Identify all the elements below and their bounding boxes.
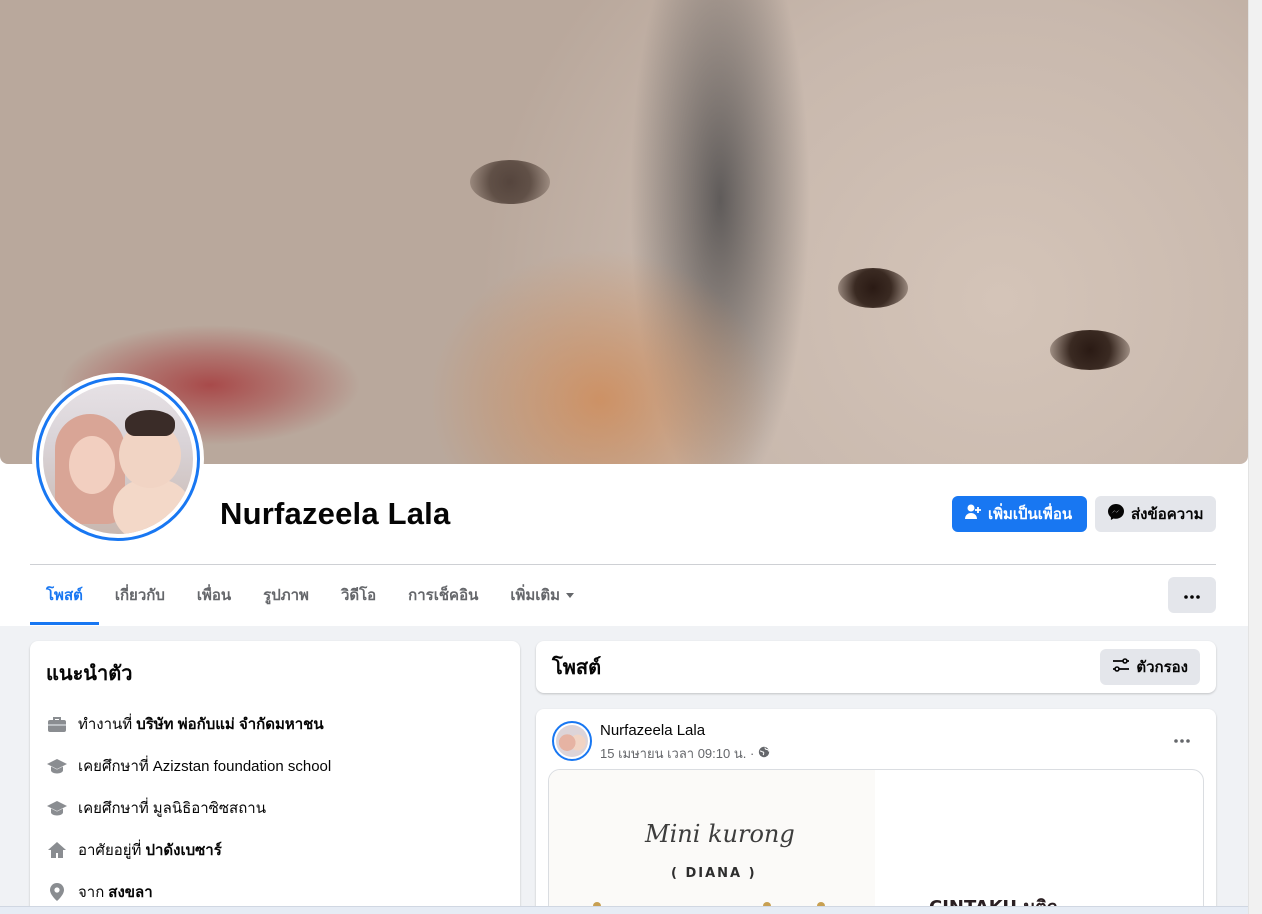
tab-label: เพื่อน	[196, 587, 232, 604]
story-ring	[36, 377, 200, 541]
add-friend-label: เพิ่มเป็นเพื่อน	[988, 506, 1073, 523]
more-options-button[interactable]	[1168, 577, 1216, 613]
tab-label: เพิ่มเติม	[510, 587, 561, 604]
briefcase-icon	[46, 713, 68, 735]
tab-label: รูปภาพ	[263, 587, 309, 604]
caret-down-icon	[566, 592, 575, 598]
tab-more[interactable]: เพิ่มเติม	[494, 566, 590, 624]
message-button[interactable]: ส่งข้อความ	[1095, 496, 1216, 532]
intro-lives-in: อาศัยอยู่ที่ ปาดังเบซาร์	[46, 829, 504, 871]
profile-tabs: โพสต์ เกี่ยวกับ เพื่อน รูปภาพ วิดีโอ การ…	[30, 566, 590, 626]
intro-value-link[interactable]: Azizstan foundation school	[153, 758, 331, 775]
intro-value-link[interactable]: มูลนิธิอาซิซสถาน	[153, 796, 266, 820]
intro-prefix: เคยศึกษาที่	[78, 800, 149, 817]
tab-label: เกี่ยวกับ	[114, 587, 165, 604]
intro-value-link[interactable]: ปาดังเบซาร์	[145, 838, 221, 862]
tab-checkins[interactable]: การเช็คอิน	[392, 566, 494, 624]
intro-prefix: ทำงานที่	[78, 716, 133, 733]
intro-title: แนะนำตัว	[46, 663, 133, 685]
message-label: ส่งข้อความ	[1131, 506, 1204, 523]
scrollbar[interactable]	[1248, 0, 1262, 914]
post-timestamp[interactable]: 15 เมษายน เวลา 09:10 น. ·	[600, 743, 754, 764]
post-image-subtitle: ( DIANA )	[671, 866, 757, 881]
cover-photo-detail	[838, 268, 908, 308]
post-author-name[interactable]: Nurfazeela Lala	[600, 722, 705, 739]
tab-photos[interactable]: รูปภาพ	[247, 566, 325, 624]
photo-detail	[113, 480, 191, 534]
add-friend-button[interactable]: เพิ่มเป็นเพื่อน	[952, 496, 1087, 532]
post-card: Nurfazeela Lala 15 เมษายน เวลา 09:10 น. …	[536, 709, 1216, 914]
post-options-button[interactable]	[1168, 727, 1196, 751]
globe-icon	[758, 746, 770, 761]
intro-prefix: เคยศึกษาที่	[78, 758, 149, 775]
graduation-cap-icon	[46, 797, 68, 819]
intro-education: เคยศึกษาที่ Azizstan foundation school	[46, 745, 504, 787]
post-meta: 15 เมษายน เวลา 09:10 น. ·	[600, 743, 770, 764]
photo-detail	[69, 436, 115, 494]
post-author-photo	[556, 725, 588, 757]
bottom-bar	[0, 906, 1248, 914]
cover-photo-detail	[470, 160, 550, 204]
tab-friends[interactable]: เพื่อน	[181, 566, 247, 624]
tab-posts[interactable]: โพสต์	[30, 566, 99, 625]
header-divider	[30, 564, 1216, 565]
filter-sliders-icon	[1112, 657, 1130, 677]
filter-label: ตัวกรอง	[1136, 659, 1188, 676]
intro-value-link[interactable]: บริษัท พ่อกับแม่ จำกัดมหาชน	[136, 712, 323, 736]
more-dots-icon	[1184, 586, 1200, 604]
tab-label: โพสต์	[46, 587, 83, 604]
profile-avatar[interactable]	[32, 373, 204, 545]
location-pin-icon	[46, 881, 68, 903]
intro-card: แนะนำตัว ทำงานที่ บริษัท พ่อกับแม่ จำกัด…	[30, 641, 520, 914]
posts-title: โพสต์	[552, 657, 602, 679]
intro-prefix: จาก	[78, 884, 105, 901]
post-image-title: Mini kurong	[645, 820, 795, 848]
tab-label: วิดีโอ	[340, 587, 377, 604]
tab-videos[interactable]: วิดีโอ	[325, 566, 392, 624]
post-author-avatar[interactable]	[552, 721, 592, 761]
filter-button[interactable]: ตัวกรอง	[1100, 649, 1200, 685]
cover-photo-detail	[1050, 330, 1130, 370]
home-icon	[46, 839, 68, 861]
profile-name: Nurfazeela Lala	[220, 496, 451, 531]
cover-photo[interactable]	[0, 0, 1248, 464]
messenger-icon	[1107, 503, 1125, 525]
intro-education: เคยศึกษาที่ มูลนิธิอาซิซสถาน	[46, 787, 504, 829]
intro-value-link[interactable]: สงขลา	[108, 880, 152, 904]
intro-prefix: อาศัยอยู่ที่	[78, 842, 142, 859]
intro-work: ทำงานที่ บริษัท พ่อกับแม่ จำกัดมหาชน	[46, 703, 504, 745]
posts-header-card: โพสต์ ตัวกรอง	[536, 641, 1216, 693]
post-image[interactable]: Mini kurong ( DIANA ) CINTAKU มติก	[548, 769, 1204, 914]
tab-label: การเช็คอิน	[408, 587, 479, 604]
tab-about[interactable]: เกี่ยวกับ	[99, 566, 181, 624]
more-dots-icon	[1174, 730, 1190, 748]
graduation-cap-icon	[46, 755, 68, 777]
add-friend-icon	[964, 503, 982, 525]
profile-photo	[43, 384, 193, 534]
photo-detail	[125, 410, 175, 436]
